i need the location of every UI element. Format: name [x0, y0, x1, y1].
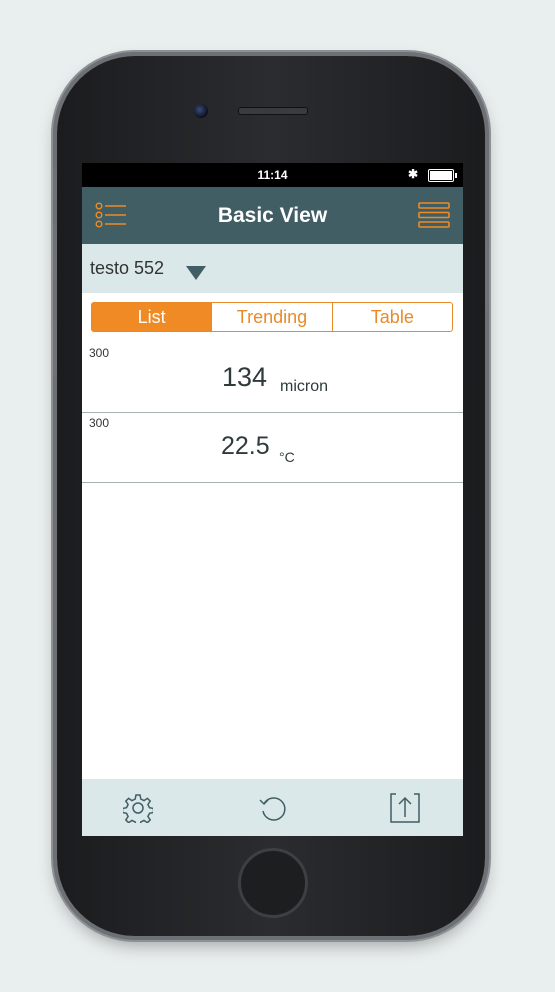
export-icon[interactable] — [389, 791, 421, 830]
earpiece-speaker — [238, 107, 308, 115]
bluetooth-icon: ✱ — [408, 167, 419, 181]
reading-value: 134 — [222, 362, 268, 392]
reading-row[interactable]: 300 22.5 °C — [82, 412, 463, 483]
device-selector[interactable]: testo 552 — [82, 244, 463, 293]
channel-label: 300 — [89, 346, 110, 360]
bottom-toolbar — [82, 779, 463, 836]
battery-icon — [428, 169, 457, 182]
home-button[interactable] — [238, 848, 308, 918]
volume-up-button — [53, 225, 57, 280]
mute-switch — [53, 170, 57, 200]
reading-row[interactable]: 300 134 micron — [82, 342, 463, 413]
refresh-icon[interactable] — [258, 794, 288, 827]
status-bar: 11:14 ✱ — [82, 163, 463, 187]
reading-unit: micron — [280, 378, 329, 395]
caret-down-icon[interactable] — [186, 266, 206, 285]
tab-trending[interactable]: Trending — [211, 303, 331, 331]
menu-icon[interactable] — [418, 201, 450, 234]
tab-list[interactable]: List — [92, 303, 212, 331]
power-button — [485, 240, 489, 310]
front-camera — [194, 104, 208, 118]
volume-down-button — [53, 320, 57, 375]
device-name: testo 552 — [90, 258, 165, 278]
view-tabs: List Trending Table — [91, 302, 453, 332]
page-title: Basic View — [217, 204, 328, 227]
reading-value: 22.5 — [221, 432, 270, 460]
nav-bar: Basic View — [82, 187, 463, 244]
reading-unit: °C — [279, 449, 295, 465]
gear-icon[interactable] — [121, 793, 155, 828]
app-screen: 11:14 ✱ Basic View testo 552 List Trendi… — [82, 163, 463, 836]
tab-table[interactable]: Table — [331, 303, 452, 331]
status-time: 11:14 — [257, 168, 288, 182]
channel-label: 300 — [89, 416, 110, 430]
